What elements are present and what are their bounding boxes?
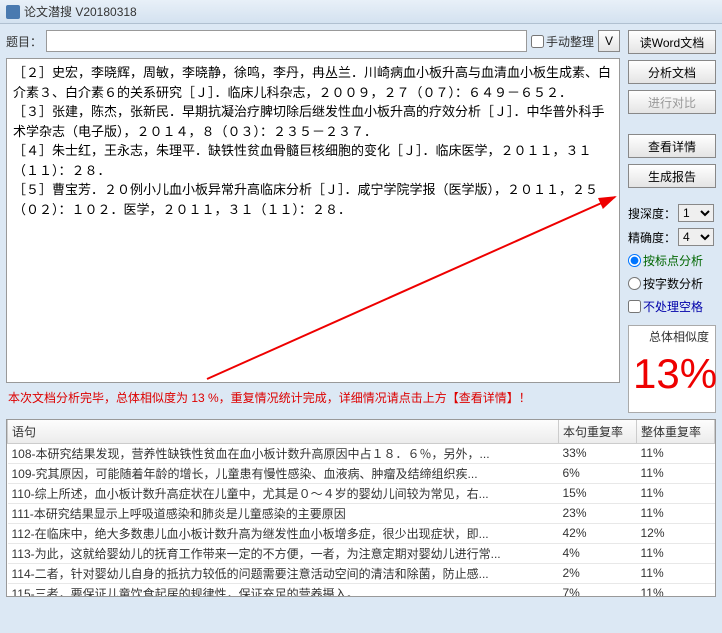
table-cell: 7%	[559, 583, 637, 597]
v-button[interactable]: V	[598, 30, 620, 52]
table-cell: 4%	[559, 543, 637, 563]
similarity-value: 13%	[633, 345, 711, 404]
titlebar: 论文潜搜 V20180318	[0, 0, 722, 24]
details-button[interactable]: 查看详情	[628, 134, 716, 158]
status-message: 本次文档分析完毕，总体相似度为 13 %，重复情况统计完成，详细情况请点击上方【…	[6, 383, 620, 412]
manual-checkbox-label: 手动整理	[546, 33, 594, 50]
similarity-box: 总体相似度 13%	[628, 325, 716, 413]
table-row[interactable]: 115-三者，要保证儿童饮食起居的规律性，保证充足的营养摄入。7%11%	[8, 583, 715, 597]
table-cell: 2%	[559, 563, 637, 583]
table-cell: 11%	[637, 563, 715, 583]
radio-punctuation-input[interactable]	[628, 254, 641, 267]
depth-select[interactable]: 1	[678, 204, 714, 222]
table-cell: 111-本研究结果显示上呼吸道感染和肺炎是儿童感染的主要原因	[8, 503, 559, 523]
table-row[interactable]: 114-二者，针对婴幼儿自身的抵抗力较低的问题需要注意活动空间的清洁和除菌，防止…	[8, 563, 715, 583]
radio-wordcount[interactable]: 按字数分析	[628, 275, 716, 292]
table-cell: 23%	[559, 503, 637, 523]
table-cell: 109-究其原因，可能随着年龄的增长，儿童患有慢性感染、血液病、肿瘤及结缔组织疾…	[8, 463, 559, 483]
results-table-wrap[interactable]: 语句 本句重复率 整体重复率 108-本研究结果发现，营养性缺铁性贫血在血小板计…	[6, 419, 716, 597]
table-cell: 114-二者，针对婴幼儿自身的抵抗力较低的问题需要注意活动空间的清洁和除菌，防止…	[8, 563, 559, 583]
manual-checkbox-input[interactable]	[531, 35, 544, 48]
table-row[interactable]: 110-综上所述，血小板计数升高症状在儿童中，尤其是０～４岁的婴幼儿间较为常见，…	[8, 483, 715, 503]
similarity-label: 总体相似度	[633, 328, 711, 345]
accuracy-label: 精确度：	[628, 229, 676, 246]
table-cell: 11%	[637, 543, 715, 563]
table-row[interactable]: 109-究其原因，可能随着年龄的增长，儿童患有慢性感染、血液病、肿瘤及结缔组织疾…	[8, 463, 715, 483]
table-cell: 12%	[637, 523, 715, 543]
radio-punctuation[interactable]: 按标点分析	[628, 252, 716, 269]
table-cell: 15%	[559, 483, 637, 503]
accuracy-select[interactable]: 4	[678, 228, 714, 246]
table-cell: 110-综上所述，血小板计数升高症状在儿童中，尤其是０～４岁的婴幼儿间较为常见，…	[8, 483, 559, 503]
table-cell: 11%	[637, 443, 715, 463]
topic-input[interactable]	[46, 30, 527, 52]
table-row[interactable]: 108-本研究结果发现，营养性缺铁性贫血在血小板计数升高原因中占１８．６％，另外…	[8, 443, 715, 463]
analyze-button[interactable]: 分析文档	[628, 60, 716, 84]
table-row[interactable]: 113-为此，这就给婴幼儿的抚育工作带来一定的不方便，一者，为注意定期对婴幼儿进…	[8, 543, 715, 563]
table-cell: 11%	[637, 463, 715, 483]
table-cell: 112-在临床中，绝大多数患儿血小板计数升高为继发性血小板增多症，很少出现症状，…	[8, 523, 559, 543]
table-cell: 108-本研究结果发现，营养性缺铁性贫血在血小板计数升高原因中占１８．６％，另外…	[8, 443, 559, 463]
table-cell: 113-为此，这就给婴幼儿的抚育工作带来一定的不方便，一者，为注意定期对婴幼儿进…	[8, 543, 559, 563]
radio-wordcount-input[interactable]	[628, 277, 641, 290]
table-cell: 11%	[637, 583, 715, 597]
app-icon	[6, 5, 20, 19]
topic-label: 题目：	[6, 33, 42, 50]
manual-checkbox[interactable]: 手动整理	[531, 33, 594, 50]
table-cell: 42%	[559, 523, 637, 543]
table-row[interactable]: 111-本研究结果显示上呼吸道感染和肺炎是儿童感染的主要原因23%11%	[8, 503, 715, 523]
table-row[interactable]: 112-在临床中，绝大多数患儿血小板计数升高为继发性血小板增多症，很少出现症状，…	[8, 523, 715, 543]
references-textarea[interactable]: ［２］史宏，李晓辉，周敏，李晓静，徐鸣，李丹，冉丛兰．川崎病血小板升高与血清血小…	[6, 58, 620, 383]
compare-button[interactable]: 进行对比	[628, 90, 716, 114]
check-nospace-input[interactable]	[628, 300, 641, 313]
depth-label: 搜深度：	[628, 205, 676, 222]
depth-setting: 搜深度： 1	[628, 204, 716, 222]
col-sentence[interactable]: 语句	[8, 420, 559, 444]
report-button[interactable]: 生成报告	[628, 164, 716, 188]
references-content: ［２］史宏，李晓辉，周敏，李晓静，徐鸣，李丹，冉丛兰．川崎病血小板升高与血清血小…	[13, 63, 613, 219]
table-cell: 115-三者，要保证儿童饮食起居的规律性，保证充足的营养摄入。	[8, 583, 559, 597]
col-overall-rate[interactable]: 整体重复率	[637, 420, 715, 444]
results-table: 语句 本句重复率 整体重复率 108-本研究结果发现，营养性缺铁性贫血在血小板计…	[7, 420, 715, 597]
topic-row: 题目： 手动整理 V	[6, 30, 620, 52]
table-cell: 11%	[637, 483, 715, 503]
col-sentence-rate[interactable]: 本句重复率	[559, 420, 637, 444]
accuracy-setting: 精确度： 4	[628, 228, 716, 246]
table-cell: 33%	[559, 443, 637, 463]
table-cell: 6%	[559, 463, 637, 483]
check-nospace[interactable]: 不处理空格	[628, 298, 716, 315]
read-word-button[interactable]: 读Word文档	[628, 30, 716, 54]
window-title: 论文潜搜 V20180318	[24, 3, 137, 20]
table-cell: 11%	[637, 503, 715, 523]
